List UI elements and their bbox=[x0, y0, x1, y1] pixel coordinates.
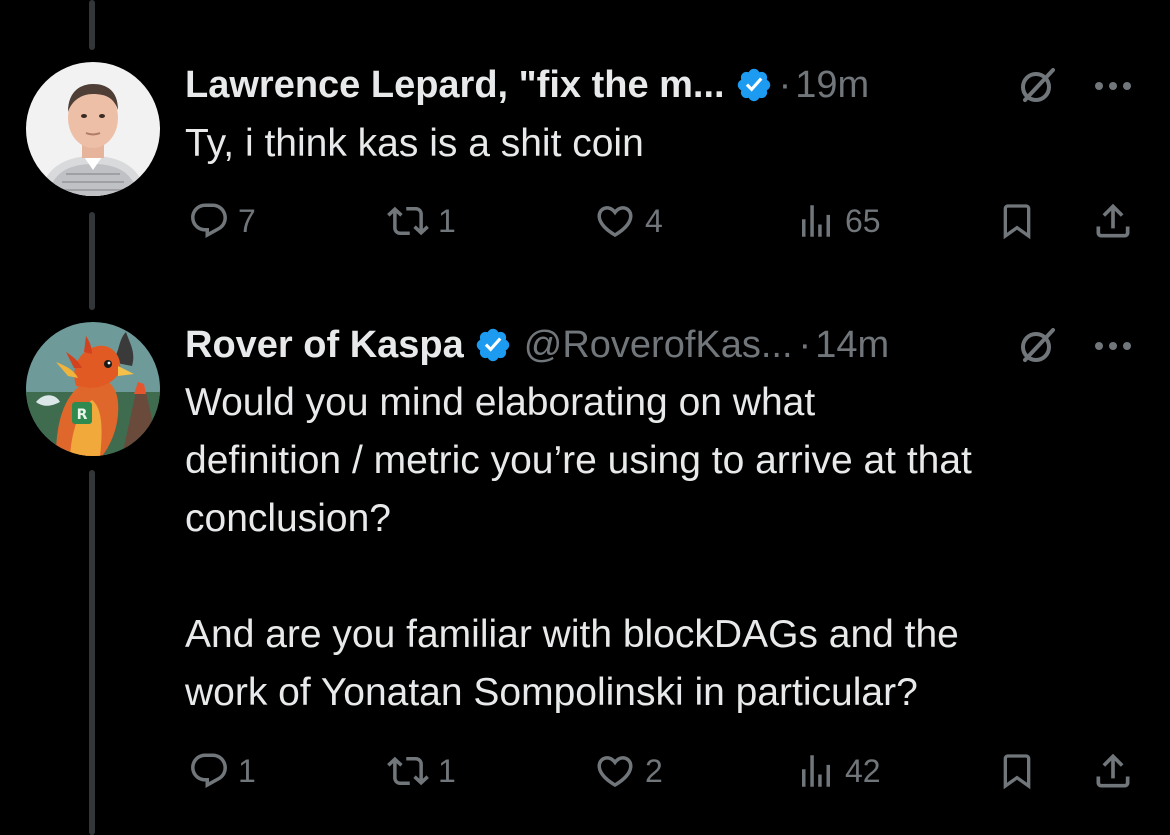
share-icon bbox=[1096, 203, 1130, 238]
like-count: 2 bbox=[645, 752, 663, 789]
share-button[interactable] bbox=[1091, 196, 1135, 246]
reply-count: 1 bbox=[238, 752, 256, 789]
reply-button[interactable]: 7 bbox=[188, 196, 256, 246]
bookmark-icon bbox=[1003, 204, 1031, 240]
more-options-icon[interactable] bbox=[1091, 328, 1135, 364]
share-button[interactable] bbox=[1091, 746, 1135, 796]
separator-dot: · bbox=[798, 323, 812, 366]
avatar[interactable] bbox=[26, 62, 160, 196]
bookmark-button[interactable] bbox=[997, 746, 1037, 796]
views-chart-icon bbox=[802, 755, 830, 787]
verified-badge-icon bbox=[735, 66, 773, 104]
tweet-header: Rover of Kaspa @RoverofKas... · 14m bbox=[185, 322, 1145, 368]
like-button[interactable]: 4 bbox=[593, 196, 663, 246]
reply-count: 7 bbox=[238, 202, 256, 239]
reply-button[interactable]: 1 bbox=[188, 746, 256, 796]
share-icon bbox=[1096, 753, 1130, 788]
more-options-icon[interactable] bbox=[1091, 68, 1135, 104]
view-count: 42 bbox=[845, 752, 881, 789]
display-name[interactable]: Lawrence Lepard, "fix the m... bbox=[185, 64, 725, 107]
thread-connector-line bbox=[89, 0, 95, 50]
heart-icon bbox=[597, 756, 633, 788]
repost-count: 1 bbox=[438, 752, 456, 789]
grok-icon[interactable] bbox=[1017, 326, 1057, 366]
repost-button[interactable]: 1 bbox=[386, 746, 456, 796]
tweet-text: Would you mind elaborating on what defin… bbox=[185, 381, 972, 714]
tweet-content: Rover of Kaspa @RoverofKas... · 14m Woul… bbox=[185, 322, 1145, 722]
like-button[interactable]: 2 bbox=[593, 746, 663, 796]
bookmark-icon bbox=[1003, 754, 1031, 790]
views-button[interactable]: 42 bbox=[795, 746, 881, 796]
display-name[interactable]: Rover of Kaspa bbox=[185, 324, 464, 367]
view-count: 65 bbox=[845, 202, 881, 239]
avatar[interactable]: R bbox=[26, 322, 160, 456]
bookmark-button[interactable] bbox=[997, 196, 1037, 246]
timestamp[interactable]: 14m bbox=[815, 324, 889, 367]
grok-icon[interactable] bbox=[1017, 66, 1057, 106]
reply-icon bbox=[191, 753, 227, 788]
verified-badge-icon bbox=[474, 326, 512, 364]
avatar-phoenix-image: R bbox=[26, 322, 160, 456]
user-handle[interactable]: @RoverofKas... bbox=[524, 324, 793, 367]
reply-icon bbox=[191, 203, 227, 238]
svg-text:R: R bbox=[77, 407, 88, 423]
tweet-actions: 1 1 2 42 bbox=[0, 746, 1170, 796]
views-chart-icon bbox=[802, 205, 830, 237]
repost-icon bbox=[387, 206, 429, 236]
heart-icon bbox=[597, 206, 633, 238]
conversation-thread: Lawrence Lepard, "fix the m... · 19m Ty,… bbox=[0, 0, 1170, 835]
tweet-header: Lawrence Lepard, "fix the m... · 19m bbox=[185, 62, 1145, 108]
separator-dot: · bbox=[778, 63, 792, 106]
repost-count: 1 bbox=[438, 202, 456, 239]
repost-icon bbox=[387, 756, 429, 786]
repost-button[interactable]: 1 bbox=[386, 196, 456, 246]
views-button[interactable]: 65 bbox=[795, 196, 881, 246]
timestamp[interactable]: 19m bbox=[795, 64, 869, 107]
tweet-content: Lawrence Lepard, "fix the m... · 19m Ty,… bbox=[185, 62, 1145, 168]
like-count: 4 bbox=[645, 202, 663, 239]
tweet-actions: 7 1 4 65 bbox=[0, 196, 1170, 246]
avatar-photo bbox=[26, 62, 160, 196]
tweet-text: Ty, i think kas is a shit coin bbox=[185, 122, 644, 165]
